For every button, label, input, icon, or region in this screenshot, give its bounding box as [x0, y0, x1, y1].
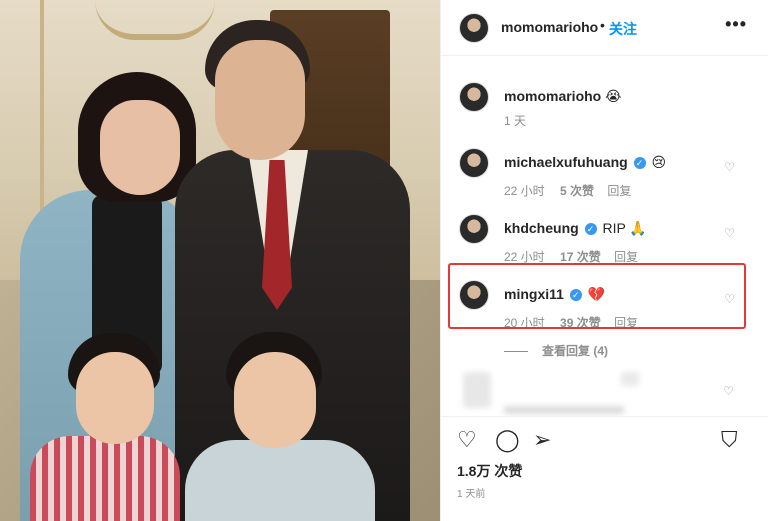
- highlight-box: [448, 263, 746, 329]
- comment-time: 22 小时: [504, 250, 545, 264]
- post-actions-bar: ♡ ◯ ➢ ⛉ 1.8万 次赞 1 天前: [441, 416, 768, 521]
- comment-time: 1 天: [504, 114, 527, 128]
- commenter-avatar[interactable]: [459, 148, 489, 178]
- commenter-avatar[interactable]: [459, 214, 489, 244]
- comment-username[interactable]: khdcheung: [504, 220, 579, 236]
- caption-avatar[interactable]: [459, 82, 489, 112]
- like-comment-heart-icon[interactable]: ♡: [723, 384, 734, 398]
- author-username[interactable]: momomarioho: [501, 19, 598, 35]
- photo-boy-right-face: [234, 352, 316, 448]
- comment-time: 22 小时: [504, 184, 545, 198]
- comment-username[interactable]: michaelxufuhuang: [504, 154, 628, 170]
- like-comment-heart-icon[interactable]: ♡: [724, 160, 735, 174]
- like-heart-icon[interactable]: ♡: [457, 427, 477, 453]
- photo-woman-face: [100, 100, 180, 195]
- author-avatar[interactable]: [459, 13, 489, 43]
- post-photo[interactable]: [0, 0, 440, 521]
- post-header: momomarioho • 关注 •••: [441, 0, 768, 56]
- photo-man-face: [215, 40, 305, 160]
- blurred-comment-row: [441, 366, 768, 416]
- bookmark-icon[interactable]: ⛉: [721, 427, 738, 453]
- photo-boy-left: [30, 436, 180, 521]
- post-sidebar: momomarioho • 关注 ••• momomarioho 😭 1 天 m…: [440, 0, 768, 521]
- comment-likes[interactable]: 17 次赞: [560, 250, 601, 264]
- comment-text: 😢: [651, 154, 667, 170]
- share-icon[interactable]: ➢: [533, 427, 551, 453]
- more-options-icon[interactable]: •••: [725, 14, 747, 35]
- view-replies-label: 查看回复 (4): [542, 344, 609, 358]
- verified-badge-icon: ✓: [633, 157, 646, 170]
- like-comment-heart-icon[interactable]: ♡: [724, 226, 735, 240]
- photo-boy-right: [185, 440, 375, 521]
- post-timestamp: 1 天前: [457, 489, 486, 500]
- photo-boy-left-face: [76, 352, 154, 444]
- header-separator: •: [600, 17, 605, 33]
- reply-button[interactable]: 回复: [607, 184, 631, 198]
- comment-username[interactable]: momomarioho: [504, 88, 601, 104]
- comment-text: 😭: [605, 88, 622, 104]
- comment-text: RIP 🙏: [602, 220, 647, 236]
- view-replies-button[interactable]: 查看回复 (4): [504, 342, 608, 359]
- comment-likes[interactable]: 5 次赞: [560, 184, 594, 198]
- comment-icon[interactable]: ◯: [495, 427, 520, 453]
- follow-button[interactable]: 关注: [609, 19, 637, 39]
- post-likes-count[interactable]: 1.8万 次赞: [457, 461, 522, 481]
- caption: momomarioho 😭 1 天: [441, 76, 768, 142]
- replies-divider: [504, 351, 528, 353]
- reply-button[interactable]: 回复: [614, 250, 638, 264]
- comment-row: michaelxufuhuang ✓ 😢 22 小时 5 次赞 回复 ♡: [441, 142, 768, 208]
- verified-badge-icon: ✓: [584, 223, 597, 236]
